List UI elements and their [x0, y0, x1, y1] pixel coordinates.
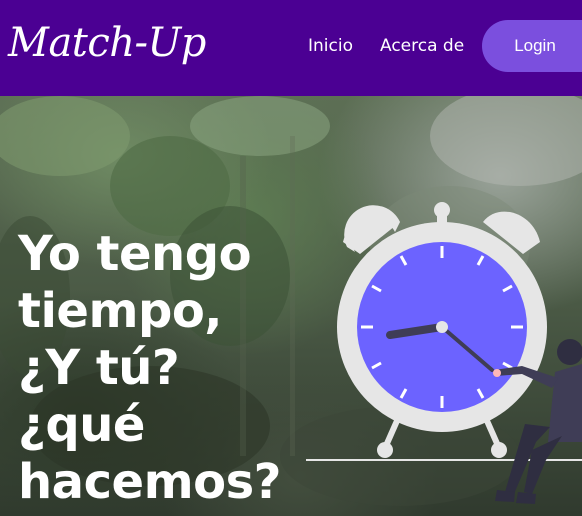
logo[interactable]: Match-Up	[8, 20, 206, 66]
login-button[interactable]: Login	[482, 20, 582, 72]
clock-illustration	[306, 202, 582, 504]
nav-link-inicio[interactable]: Inicio	[308, 36, 353, 56]
hero-headline: Yo tengo tiempo, ¿Y tú? ¿qué hacemos?	[18, 226, 281, 510]
navbar: Match-Up Inicio Acerca de Login	[0, 0, 582, 96]
nav-link-acerca[interactable]: Acerca de	[380, 36, 464, 56]
hero-section: Yo tengo tiempo, ¿Y tú? ¿qué hacemos?	[0, 96, 582, 516]
